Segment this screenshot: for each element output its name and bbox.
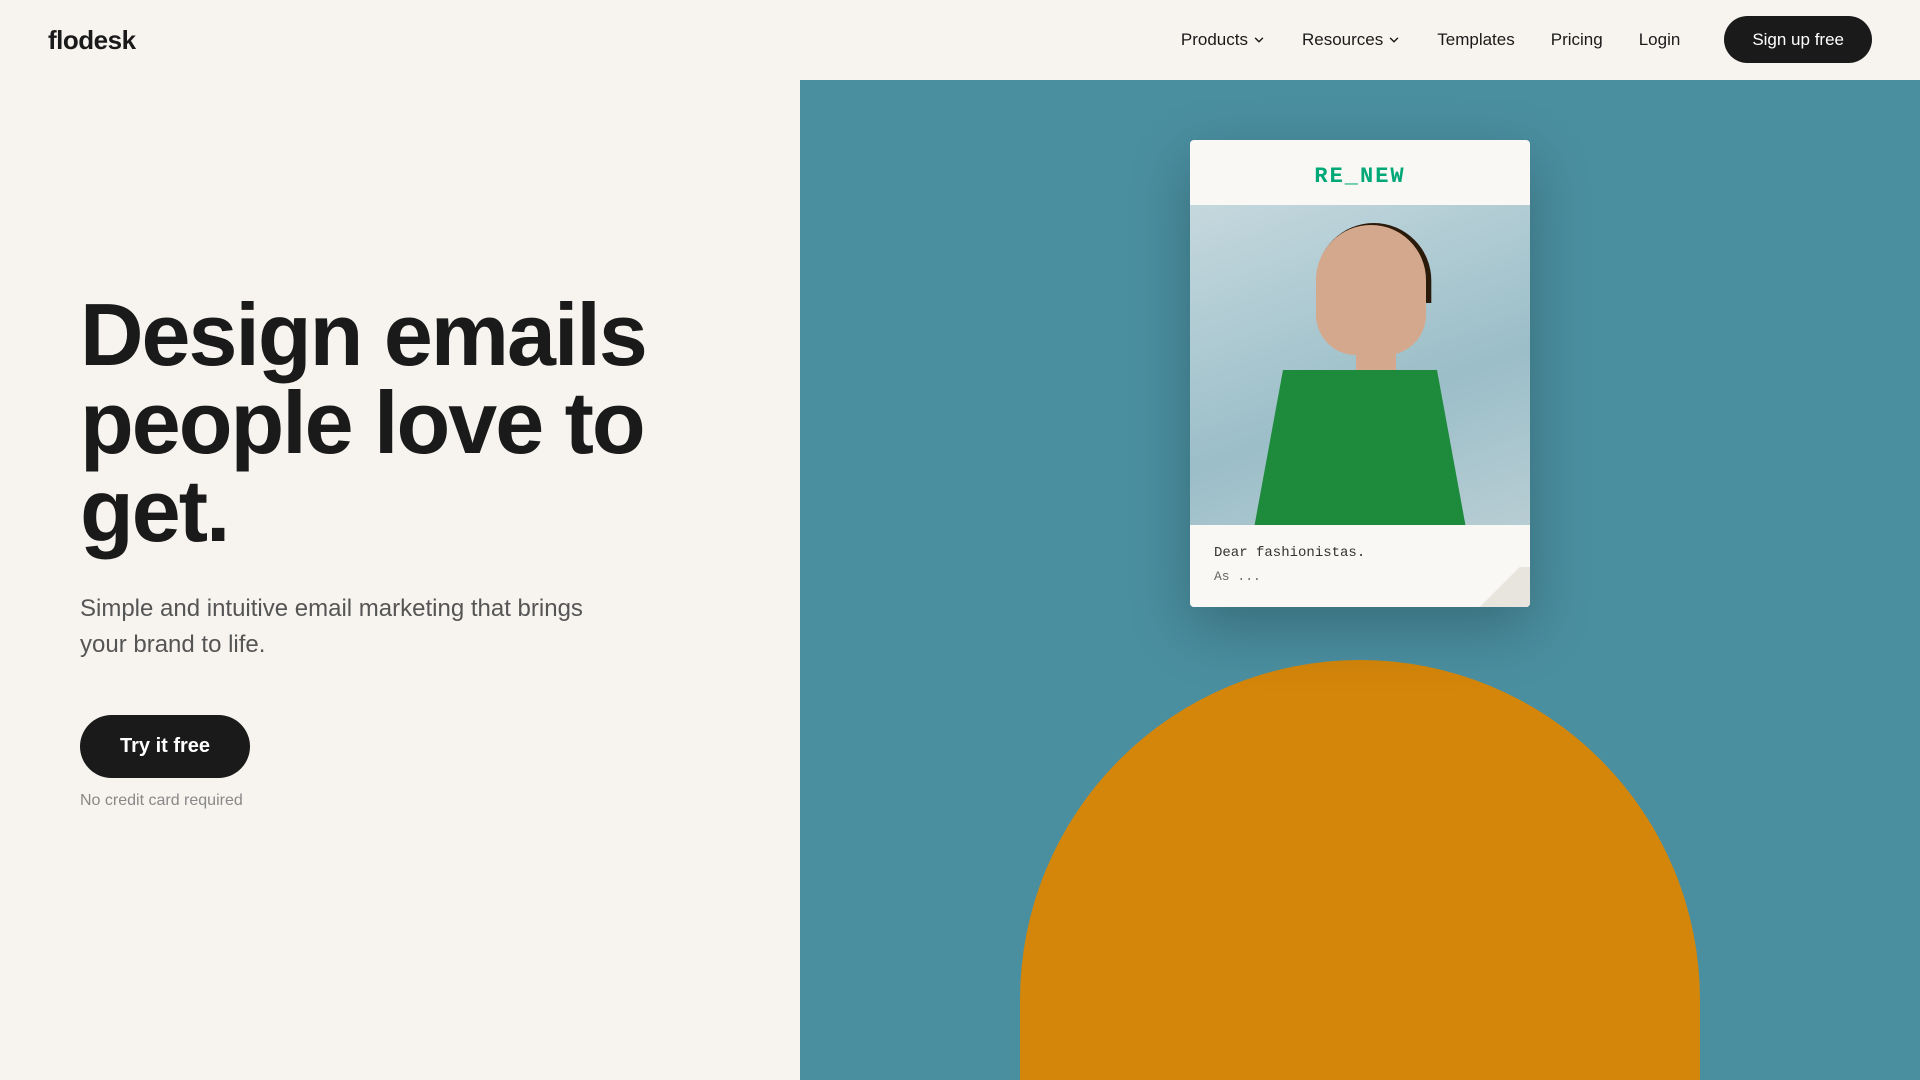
hero-right-visual: RE_NEW Dear fashionistas. As ... [800, 80, 1920, 1080]
hero-section: Design emails people love to get. Simple… [0, 80, 1920, 1080]
orange-semicircle-decoration [1020, 660, 1700, 1080]
email-body-text: As ... [1214, 567, 1506, 587]
nav-item-pricing[interactable]: Pricing [1551, 30, 1603, 49]
nav-resources-label[interactable]: Resources [1302, 30, 1383, 50]
nav-products-label[interactable]: Products [1181, 30, 1248, 50]
nav-item-resources[interactable]: Resources [1302, 30, 1401, 50]
hero-left-content: Design emails people love to get. Simple… [0, 80, 800, 1080]
hero-headline: Design emails people love to get. [80, 291, 720, 555]
email-salutation: Dear fashionistas. [1214, 545, 1506, 561]
person-head [1316, 225, 1426, 355]
nav-login-link[interactable]: Login [1639, 30, 1681, 49]
email-card-body: Dear fashionistas. As ... [1190, 525, 1530, 607]
cta-note: No credit card required [80, 792, 720, 810]
nav-item-templates[interactable]: Templates [1437, 30, 1514, 49]
nav-item-products[interactable]: Products [1181, 30, 1266, 50]
try-it-free-button[interactable]: Try it free [80, 715, 250, 778]
person-jacket [1250, 370, 1470, 525]
navigation: flodesk Products Resources Templates Pri… [0, 0, 1920, 80]
email-card-image [1190, 205, 1530, 525]
nav-signup-button[interactable]: Sign up free [1724, 16, 1872, 63]
card-fold-decoration [1470, 567, 1530, 607]
person-figure [1190, 205, 1530, 525]
hero-subline: Simple and intuitive email marketing tha… [80, 591, 600, 663]
chevron-down-icon [1252, 33, 1266, 47]
hero-cta-group: Try it free No credit card required [80, 715, 720, 810]
email-card-header: RE_NEW [1190, 140, 1530, 205]
email-brand-name: RE_NEW [1214, 164, 1506, 189]
chevron-down-icon [1387, 33, 1401, 47]
brand-logo[interactable]: flodesk [48, 25, 1181, 56]
email-preview-card: RE_NEW Dear fashionistas. As ... [1190, 140, 1530, 607]
